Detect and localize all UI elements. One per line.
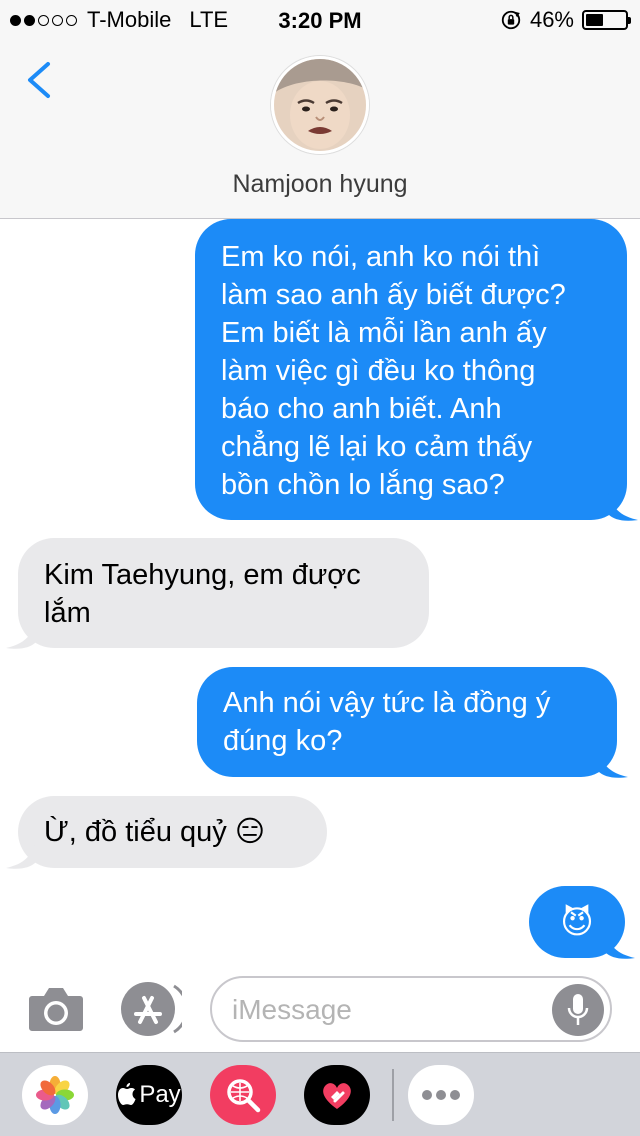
conversation-header: Namjoon hyung — [0, 40, 640, 219]
avatar-photo — [274, 59, 366, 151]
rotation-lock-icon — [501, 10, 521, 30]
camera-icon[interactable] — [28, 984, 84, 1034]
message-line: Kim Taehyung, em được — [44, 559, 361, 591]
message-line: chẳng lẽ lại ko cảm thấy — [221, 431, 533, 463]
app-drawer: Pay — [0, 1052, 640, 1136]
photos-app-button[interactable] — [22, 1065, 88, 1125]
digital-touch-app-button[interactable] — [304, 1065, 370, 1125]
message-line: Ừ, đồ tiểu quỷ 😑 — [44, 816, 266, 848]
battery-level-fill — [586, 14, 604, 26]
message-line: làm việc gì đều ko thông — [221, 355, 536, 387]
more-icon — [422, 1090, 460, 1100]
battery-percent: 46% — [529, 7, 574, 32]
message-line: Em ko nói, anh ko nói thì — [221, 241, 541, 273]
battery-icon — [582, 10, 631, 30]
microphone-button[interactable] — [552, 984, 604, 1036]
microphone-icon — [567, 994, 589, 1025]
bubble-tail — [608, 492, 638, 521]
status-bar: T-Mobile LTE 3:20 PM 46% — [0, 0, 640, 40]
image-search-icon — [227, 1079, 261, 1113]
message-line: Em biết là mỗi lần anh ấy — [221, 317, 547, 349]
image-search-app-button[interactable] — [210, 1065, 276, 1125]
status-right: 46% — [500, 7, 631, 32]
digital-touch-icon — [323, 1083, 351, 1109]
apple-logo-icon — [118, 1083, 136, 1105]
message-input-container[interactable] — [210, 976, 612, 1042]
message-line: đúng ko? — [223, 725, 343, 757]
message-line: lắm — [44, 597, 91, 629]
chevron-left-icon[interactable] — [24, 60, 54, 100]
bubble-tail — [6, 840, 36, 869]
drawer-divider — [392, 1069, 394, 1121]
incoming-message[interactable]: Kim Taehyung, em được lắm — [18, 538, 429, 648]
message-input[interactable] — [232, 992, 552, 1028]
message-line: báo cho anh biết. Anh — [221, 393, 502, 425]
photos-icon — [36, 1076, 74, 1114]
message-line: làm sao anh ấy biết được? — [221, 279, 566, 311]
contact-avatar[interactable] — [271, 56, 369, 154]
message-line: bồn chồn lo lắng sao? — [221, 469, 505, 501]
bubble-tail — [6, 620, 36, 649]
bubble-tail — [598, 749, 628, 778]
bubble-tail — [605, 930, 635, 959]
app-store-icon[interactable] — [120, 980, 182, 1038]
message-line: Anh nói vậy tức là đồng ý — [223, 687, 551, 719]
outgoing-message[interactable]: Em ko nói, anh ko nói thì làm sao anh ấy… — [195, 219, 627, 520]
incoming-message[interactable]: Ừ, đồ tiểu quỷ 😑 — [18, 796, 327, 868]
more-apps-button[interactable] — [408, 1065, 474, 1125]
outgoing-message[interactable]: Anh nói vậy tức là đồng ý đúng ko? — [197, 667, 617, 777]
apple-pay-button[interactable]: Pay — [116, 1065, 182, 1125]
contact-name[interactable]: Namjoon hyung — [0, 170, 640, 199]
apple-pay-label: Pay — [139, 1081, 181, 1108]
